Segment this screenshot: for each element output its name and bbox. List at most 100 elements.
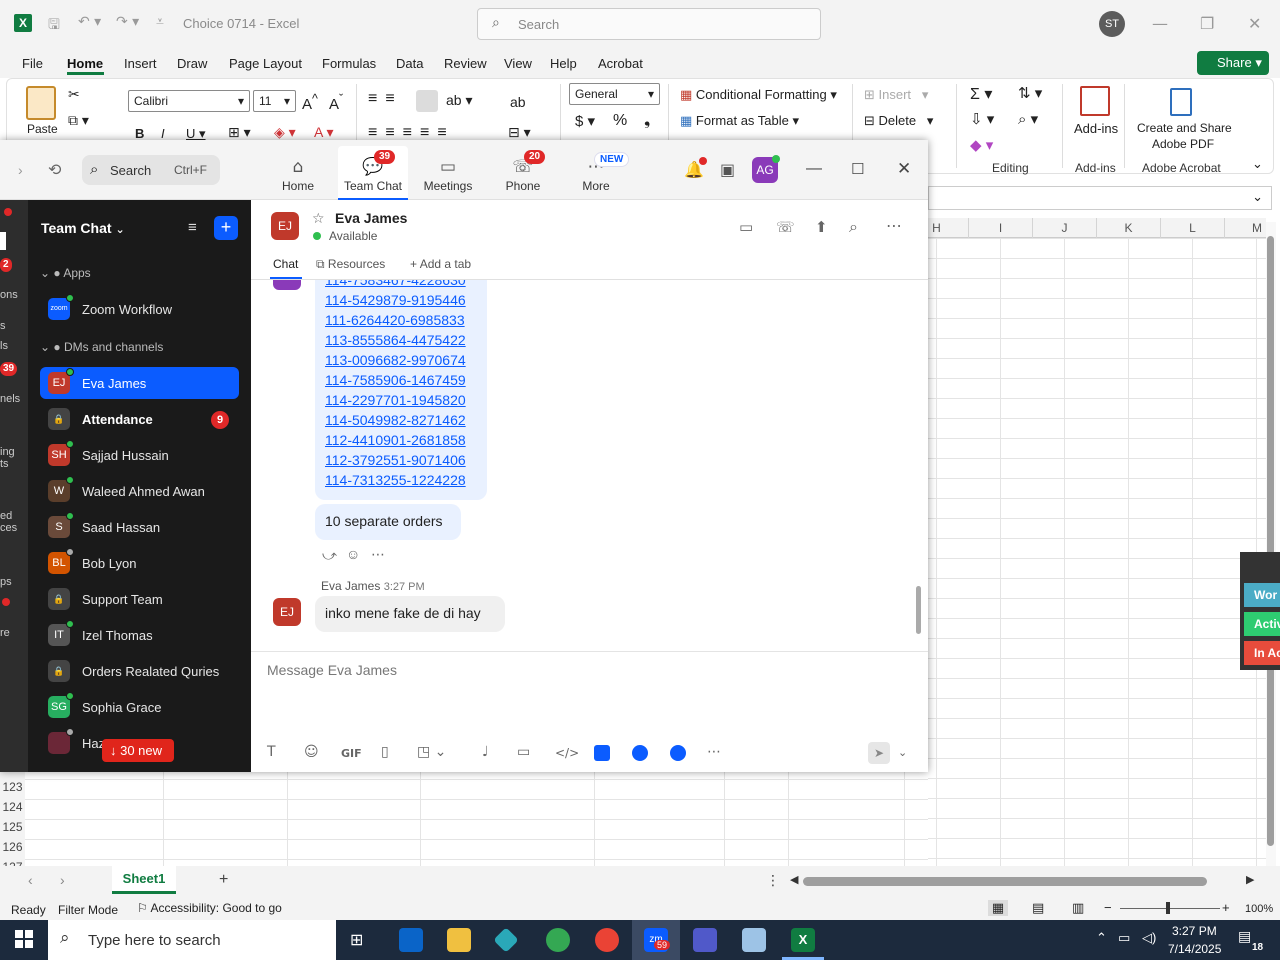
- composer-more-icon[interactable]: ⋯: [707, 744, 721, 760]
- scroll-left-icon[interactable]: ◀: [790, 873, 798, 886]
- addins-button-label[interactable]: Add-ins: [1074, 121, 1118, 136]
- send-icon[interactable]: ➤: [868, 742, 890, 764]
- sidebar-title[interactable]: Team Chat ⌄: [41, 220, 125, 236]
- sidebar-item-orders-realated-quries[interactable]: 🔒 Orders Realated Quries: [40, 655, 239, 687]
- message-bubble-separate-orders[interactable]: 10 separate orders: [315, 504, 461, 540]
- sidebar-item-sajjad-hussain[interactable]: SH Sajjad Hussain: [40, 439, 239, 471]
- font-color-icon[interactable]: A ▾: [314, 124, 333, 141]
- order-link[interactable]: 114-7585906-1467459: [325, 370, 477, 390]
- tab-chat[interactable]: Chat: [273, 257, 298, 271]
- adobe-pdf-label[interactable]: Adobe PDF: [1152, 137, 1214, 151]
- message-more-icon[interactable]: ⋯: [371, 546, 385, 563]
- calendar-icon[interactable]: ▣: [720, 160, 735, 180]
- col-header-l[interactable]: L: [1160, 218, 1224, 238]
- find-icon[interactable]: ⌕ ▾: [1018, 110, 1038, 128]
- scroll-right-icon[interactable]: ▶: [1246, 873, 1254, 886]
- nav-team-chat[interactable]: 💬 Team Chat: [337, 157, 409, 193]
- row-number[interactable]: 126: [0, 840, 25, 854]
- more-options-icon[interactable]: ⋮: [766, 872, 780, 889]
- sidebar-item-izel-thomas[interactable]: IT Izel Thomas: [40, 619, 239, 651]
- zoom-slider[interactable]: [1120, 908, 1220, 909]
- menu-insert[interactable]: Insert: [124, 56, 157, 71]
- clock-date[interactable]: 7/14/2025: [1168, 942, 1221, 956]
- create-pdf-icon[interactable]: [1170, 88, 1192, 116]
- cut-icon[interactable]: ✂: [68, 86, 80, 103]
- taskbar-search[interactable]: ⌕ Type here to search: [48, 920, 336, 960]
- nav-phone[interactable]: ☏ Phone: [487, 157, 559, 193]
- menu-formulas[interactable]: Formulas: [322, 56, 376, 71]
- formula-expand-icon[interactable]: ⌄: [1252, 189, 1263, 205]
- zoom-minimize-icon[interactable]: —: [806, 160, 822, 178]
- side-panel-active[interactable]: Activ: [1244, 612, 1280, 636]
- star-icon[interactable]: ☆: [312, 210, 325, 227]
- accessibility-status[interactable]: ⚐ Accessibility: Good to go: [137, 901, 282, 915]
- menu-data[interactable]: Data: [396, 56, 423, 71]
- menu-help[interactable]: Help: [550, 56, 577, 71]
- sort-filter-icon[interactable]: ⇅ ▾: [1018, 84, 1042, 102]
- add-reaction-icon[interactable]: ☺: [346, 546, 360, 562]
- tab-add[interactable]: + Add a tab: [410, 257, 471, 271]
- tab-resources[interactable]: ⧉ Resources: [316, 257, 385, 272]
- sidebar-item-zoom-workflow[interactable]: zoom Zoom Workflow: [40, 293, 239, 325]
- formula-bar[interactable]: ⌄: [928, 186, 1272, 210]
- cell-grid-lower[interactable]: [25, 772, 928, 866]
- order-link[interactable]: 113-8555864-4475422: [325, 330, 477, 350]
- share-button[interactable]: Share ▾: [1197, 51, 1269, 75]
- message-bubble-orders[interactable]: 114-7583467-4228630 114-5429879-9195446 11…: [315, 280, 487, 500]
- app-chat-icon[interactable]: [632, 745, 648, 761]
- nav-home[interactable]: ⌂ Home: [262, 157, 334, 193]
- borders-icon[interactable]: ⊞ ▾: [228, 124, 251, 141]
- ribbon-collapse-icon[interactable]: ⌄: [1252, 156, 1263, 172]
- orientation-icon[interactable]: ab ▾: [446, 92, 473, 109]
- code-snippet-icon[interactable]: </>: [555, 746, 579, 760]
- dms-section[interactable]: ⌄ ● DMs and channels: [40, 340, 163, 354]
- sheet-tab-sheet1[interactable]: Sheet1: [112, 866, 176, 894]
- chat-scrollbar[interactable]: [916, 586, 921, 634]
- sidebar-item-sophia-grace[interactable]: SG Sophia Grace: [40, 691, 239, 723]
- history-icon[interactable]: ⟲: [48, 160, 61, 179]
- share-screen-icon[interactable]: ⬆: [815, 218, 828, 236]
- addins-icon[interactable]: [1080, 86, 1110, 116]
- app-integration-icon[interactable]: [594, 745, 610, 761]
- phone-call-icon[interactable]: ☏: [776, 218, 795, 236]
- customize-qat-icon[interactable]: ⩡: [156, 14, 164, 30]
- back-arrow-icon[interactable]: ›: [18, 162, 23, 178]
- row-number[interactable]: 124: [0, 800, 25, 814]
- screenshot-icon[interactable]: ◳ ⌄: [417, 744, 446, 760]
- font-size-select[interactable]: 11 ▾: [253, 90, 296, 112]
- new-messages-pill[interactable]: ↓ 30 new: [102, 739, 174, 762]
- vertical-scroll-thumb[interactable]: [1267, 236, 1274, 846]
- prev-sheet-icon[interactable]: ‹: [28, 872, 33, 888]
- excel-search-box[interactable]: ⌕ Search: [477, 8, 821, 40]
- tray-chevron-icon[interactable]: ⌃: [1096, 930, 1107, 946]
- minimize-icon[interactable]: —: [1152, 14, 1168, 33]
- align-top-icons[interactable]: ≡≡: [368, 90, 403, 108]
- app-contact-icon[interactable]: [670, 745, 686, 761]
- clock-time[interactable]: 3:27 PM: [1172, 924, 1217, 938]
- decrease-font-icon[interactable]: Aˇ: [329, 92, 343, 113]
- menu-review[interactable]: Review: [444, 56, 487, 71]
- bold-icon[interactable]: B: [135, 126, 144, 141]
- file-explorer-icon[interactable]: [447, 928, 471, 952]
- menu-file[interactable]: File: [22, 56, 43, 71]
- teams-icon[interactable]: [693, 928, 717, 952]
- notes-icon[interactable]: [742, 928, 766, 952]
- format-text-icon[interactable]: T: [267, 744, 276, 760]
- new-chat-button[interactable]: +: [214, 216, 238, 240]
- merge-icon[interactable]: ⊟ ▾: [508, 124, 531, 141]
- create-share-label[interactable]: Create and Share: [1137, 121, 1232, 135]
- order-link[interactable]: 112-3792551-9071406: [325, 450, 477, 470]
- sidebar-item-eva-james[interactable]: EJ Eva James: [40, 367, 239, 399]
- send-options-chevron-icon[interactable]: ⌄: [898, 746, 907, 759]
- gif-icon[interactable]: GIF: [341, 747, 362, 760]
- zoom-close-icon[interactable]: ✕: [897, 159, 911, 179]
- sidebar-item-waleed-ahmed-awan[interactable]: W Waleed Ahmed Awan: [40, 475, 239, 507]
- emoji-icon[interactable]: ☺: [304, 744, 319, 760]
- order-link[interactable]: 112-4410901-2681858: [325, 430, 477, 450]
- fill-icon[interactable]: ⇩ ▾: [970, 110, 994, 128]
- row-number[interactable]: 123: [0, 780, 25, 794]
- col-header-i[interactable]: I: [968, 218, 1032, 238]
- zoom-out-icon[interactable]: −: [1104, 900, 1112, 915]
- increase-font-icon[interactable]: A^: [302, 92, 318, 113]
- filter-icon[interactable]: ≡: [188, 219, 197, 236]
